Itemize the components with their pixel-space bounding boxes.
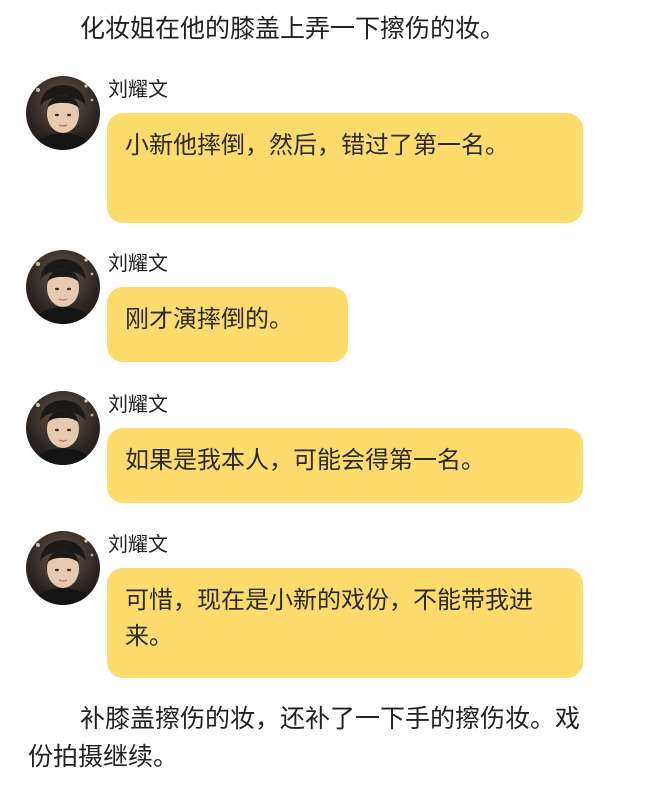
chat-message: 刘耀文 如果是我本人，可能会得第一名。 — [26, 391, 626, 506]
chat-message: 刘耀文 小新他摔倒，然后，错过了第一名。 — [26, 76, 626, 226]
sender-name: 刘耀文 — [108, 251, 168, 275]
message-bubble: 刚才演摔倒的。 — [107, 287, 348, 362]
chat-message: 刘耀文 刚才演摔倒的。 — [26, 250, 626, 365]
chat-message: 刘耀文 可惜，现在是小新的戏份，不能带我进来。 — [26, 531, 626, 681]
avatar[interactable] — [26, 76, 100, 150]
sender-name: 刘耀文 — [108, 532, 168, 556]
avatar[interactable] — [26, 531, 100, 605]
avatar[interactable] — [26, 391, 100, 465]
narration-bottom: 补膝盖擦伤的妆，还补了一下手的擦伤妆。戏份拍摄继续。 — [28, 704, 581, 771]
message-bubble: 如果是我本人，可能会得第一名。 — [107, 428, 583, 503]
avatar-portrait-icon — [32, 539, 94, 605]
avatar-portrait-icon — [32, 258, 94, 324]
avatar-portrait-icon — [32, 399, 94, 465]
avatar-portrait-icon — [32, 84, 94, 150]
avatar[interactable] — [26, 250, 100, 324]
sender-name: 刘耀文 — [108, 77, 168, 101]
narration-top: 化妆姐在他的膝盖上弄一下擦伤的妆。 — [80, 14, 506, 43]
message-bubble: 可惜，现在是小新的戏份，不能带我进来。 — [107, 568, 583, 678]
sender-name: 刘耀文 — [108, 392, 168, 416]
message-bubble: 小新他摔倒，然后，错过了第一名。 — [107, 113, 583, 223]
